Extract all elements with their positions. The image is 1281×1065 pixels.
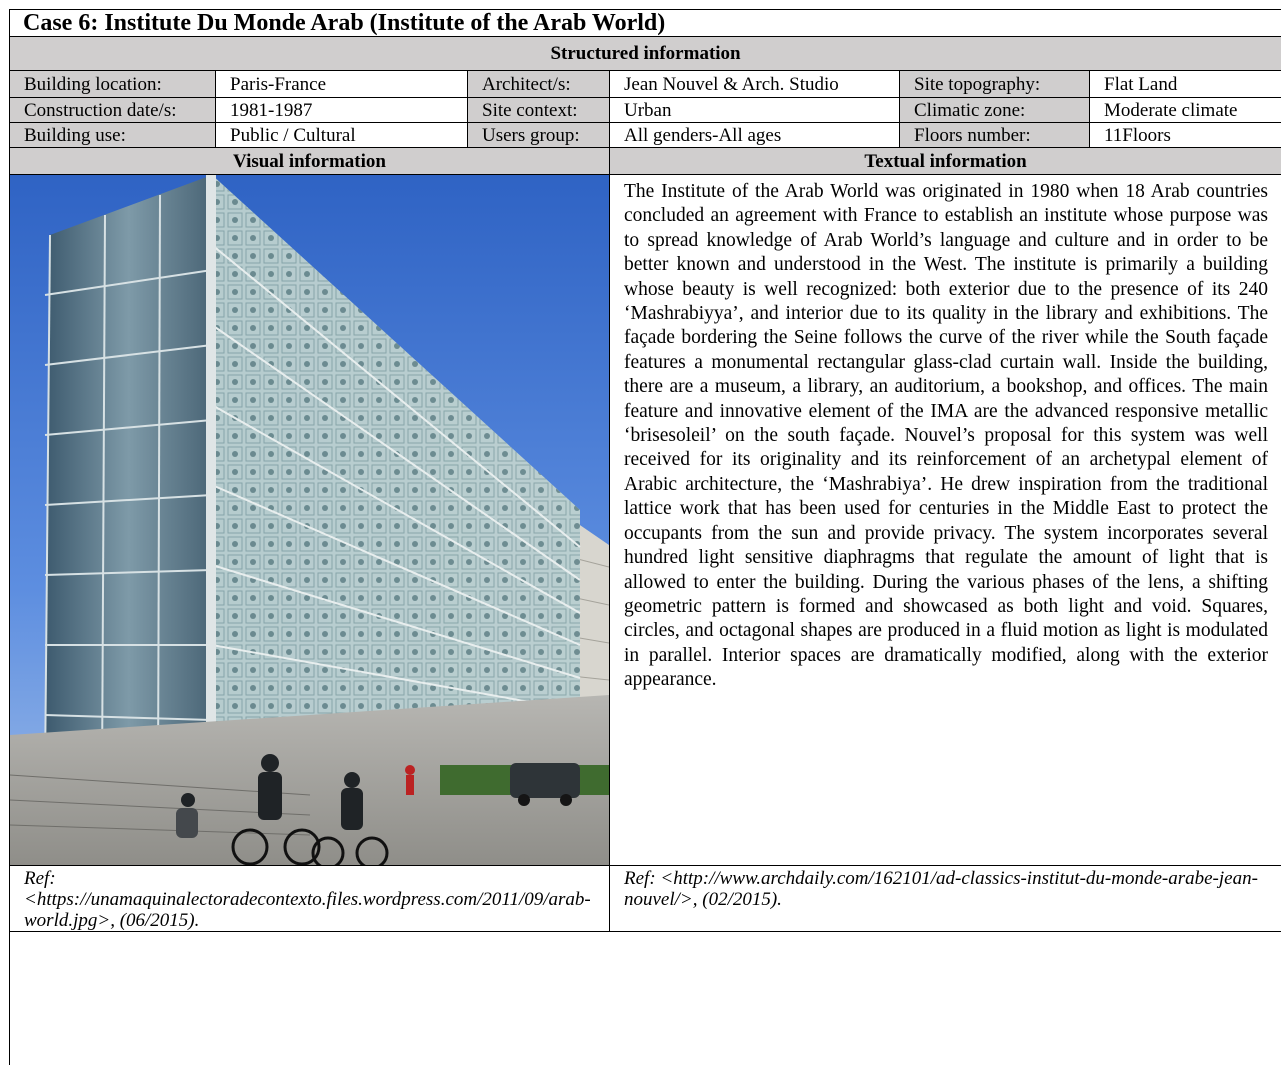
info-value: Urban bbox=[609, 97, 900, 123]
visual-reference: Ref:<https://unamaquinalectoradecontexto… bbox=[9, 865, 610, 932]
info-value: All genders-All ages bbox=[609, 122, 900, 148]
description-text: The Institute of the Arab World was orig… bbox=[624, 181, 1268, 691]
info-value: Jean Nouvel & Arch. Studio bbox=[609, 70, 900, 98]
info-row: Construction date/s: 1981-1987 Site cont… bbox=[9, 97, 1281, 123]
info-label: Users group: bbox=[467, 122, 610, 148]
info-label: Site topography: bbox=[899, 70, 1090, 98]
info-label: Floors number: bbox=[899, 122, 1090, 148]
info-label: Building location: bbox=[9, 70, 216, 98]
info-value: Moderate climate bbox=[1088, 97, 1281, 123]
visual-heading: Visual information bbox=[9, 147, 610, 175]
info-value: 1981-1987 bbox=[215, 97, 468, 123]
textual-info-cell: The Institute of the Arab World was orig… bbox=[608, 174, 1281, 866]
case-title: Case 6: Institute Du Monde Arab (Institu… bbox=[8, 9, 1281, 37]
info-value: Paris-France bbox=[215, 70, 468, 98]
info-value: Flat Land bbox=[1088, 70, 1281, 98]
info-value: 11Floors bbox=[1088, 122, 1281, 148]
info-label: Architect/s: bbox=[467, 70, 610, 98]
textual-reference: Ref: <http://www.archdaily.com/162101/ad… bbox=[608, 865, 1281, 932]
building-photo-cell bbox=[9, 174, 610, 866]
info-row: Building location: Paris-France Architec… bbox=[9, 70, 1281, 98]
case-table: Case 6: Institute Du Monde Arab (Institu… bbox=[8, 9, 1281, 932]
info-value: Public / Cultural bbox=[215, 122, 468, 148]
structured-heading: Structured information bbox=[8, 36, 1281, 71]
info-row: Building use: Public / Cultural Users gr… bbox=[9, 122, 1281, 148]
info-label: Site context: bbox=[467, 97, 610, 123]
building-photo bbox=[10, 175, 609, 865]
info-label: Building use: bbox=[9, 122, 216, 148]
info-label: Construction date/s: bbox=[9, 97, 216, 123]
info-label: Climatic zone: bbox=[899, 97, 1090, 123]
textual-heading: Textual information bbox=[608, 147, 1281, 175]
